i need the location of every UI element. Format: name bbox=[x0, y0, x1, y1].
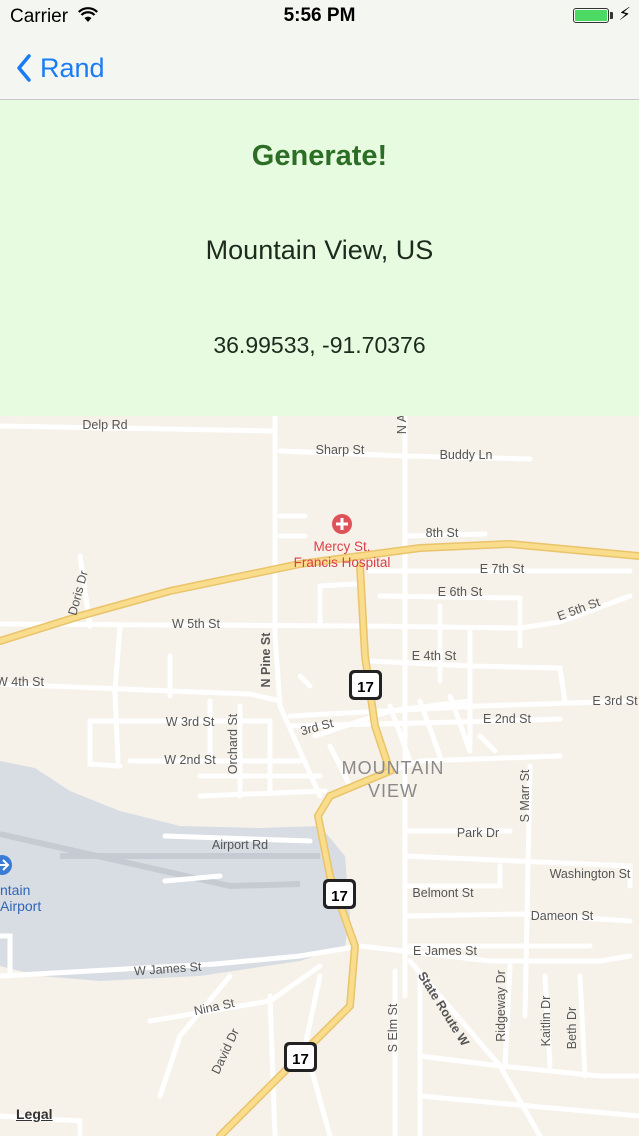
hospital-icon bbox=[332, 514, 352, 534]
coordinates-label: 36.99533, -91.70376 bbox=[213, 332, 426, 358]
route-shield-icon: 17 bbox=[323, 879, 356, 909]
street-label: Buddy Ln bbox=[440, 448, 493, 462]
street-label: S Marr St bbox=[518, 769, 532, 822]
street-label: 8th St bbox=[426, 526, 459, 540]
chevron-left-icon bbox=[17, 54, 31, 82]
status-bar: Carrier 5:56 PM ⚡︎ bbox=[0, 0, 639, 36]
street-label: E 2nd St bbox=[483, 712, 531, 726]
street-label: Delp Rd bbox=[82, 418, 127, 432]
street-label: E 4th St bbox=[412, 649, 457, 663]
street-label: Dameon St bbox=[531, 909, 594, 923]
street-label: E James St bbox=[413, 944, 477, 958]
street-label: Park Dr bbox=[457, 826, 499, 840]
back-button[interactable]: Rand bbox=[16, 48, 105, 88]
street-label: N Pine St bbox=[259, 632, 273, 688]
hospital-label-line2: Francis Hospital bbox=[294, 555, 391, 570]
city-label-line2: View bbox=[368, 781, 418, 801]
street-label: Ridgeway Dr bbox=[494, 970, 508, 1042]
street-label: W 5th St bbox=[172, 617, 220, 631]
airport-label-line1: ntain bbox=[0, 882, 30, 898]
street-label: N A bbox=[395, 416, 409, 434]
street-label: Kaitlin Dr bbox=[539, 996, 553, 1047]
legal-link[interactable]: Legal bbox=[16, 1106, 53, 1122]
street-label: W 2nd St bbox=[164, 753, 216, 767]
street-label: E 7th St bbox=[480, 562, 525, 576]
street-label: W 4th St bbox=[0, 675, 44, 689]
battery-tip bbox=[610, 12, 613, 19]
generate-button[interactable]: Generate! bbox=[0, 140, 639, 173]
route-shield-label: 17 bbox=[292, 1051, 309, 1068]
back-label: Rand bbox=[40, 52, 105, 83]
street-label: E 3rd St bbox=[592, 694, 638, 708]
city-label-line1: Mountain bbox=[342, 758, 445, 778]
street-label: E 6th St bbox=[438, 585, 483, 599]
street-label: W 3rd St bbox=[166, 715, 215, 729]
hospital-label-line1: Mercy St. bbox=[313, 539, 370, 554]
route-shield-icon: 17 bbox=[349, 670, 382, 700]
generator-panel: Generate! Mountain View, US 36.99533, -9… bbox=[0, 100, 639, 416]
map-canvas[interactable]: 17 17 17 Mercy St. Francis Hospital ntai… bbox=[0, 416, 639, 1136]
street-label: Airport Rd bbox=[212, 838, 268, 852]
street-label: Washington St bbox=[550, 867, 631, 881]
route-shield-label: 17 bbox=[331, 888, 348, 905]
street-label: Belmont St bbox=[412, 886, 474, 900]
place-label: Mountain View, US bbox=[205, 235, 434, 265]
street-label: Beth Dr bbox=[565, 1007, 579, 1049]
clock: 5:56 PM bbox=[283, 5, 356, 26]
route-shield-label: 17 bbox=[357, 679, 374, 696]
map-view[interactable]: 17 17 17 Mercy St. Francis Hospital ntai… bbox=[0, 416, 639, 1136]
battery-icon bbox=[573, 8, 609, 23]
navigation-bar: Rand bbox=[0, 36, 639, 100]
route-shield-icon: 17 bbox=[284, 1042, 317, 1072]
airport-label-line2: Airport bbox=[0, 898, 41, 914]
street-label: Sharp St bbox=[316, 443, 365, 457]
charging-bolt-icon: ⚡︎ bbox=[618, 4, 631, 24]
street-label: S Elm St bbox=[386, 1003, 400, 1052]
street-label: Orchard St bbox=[226, 713, 240, 774]
